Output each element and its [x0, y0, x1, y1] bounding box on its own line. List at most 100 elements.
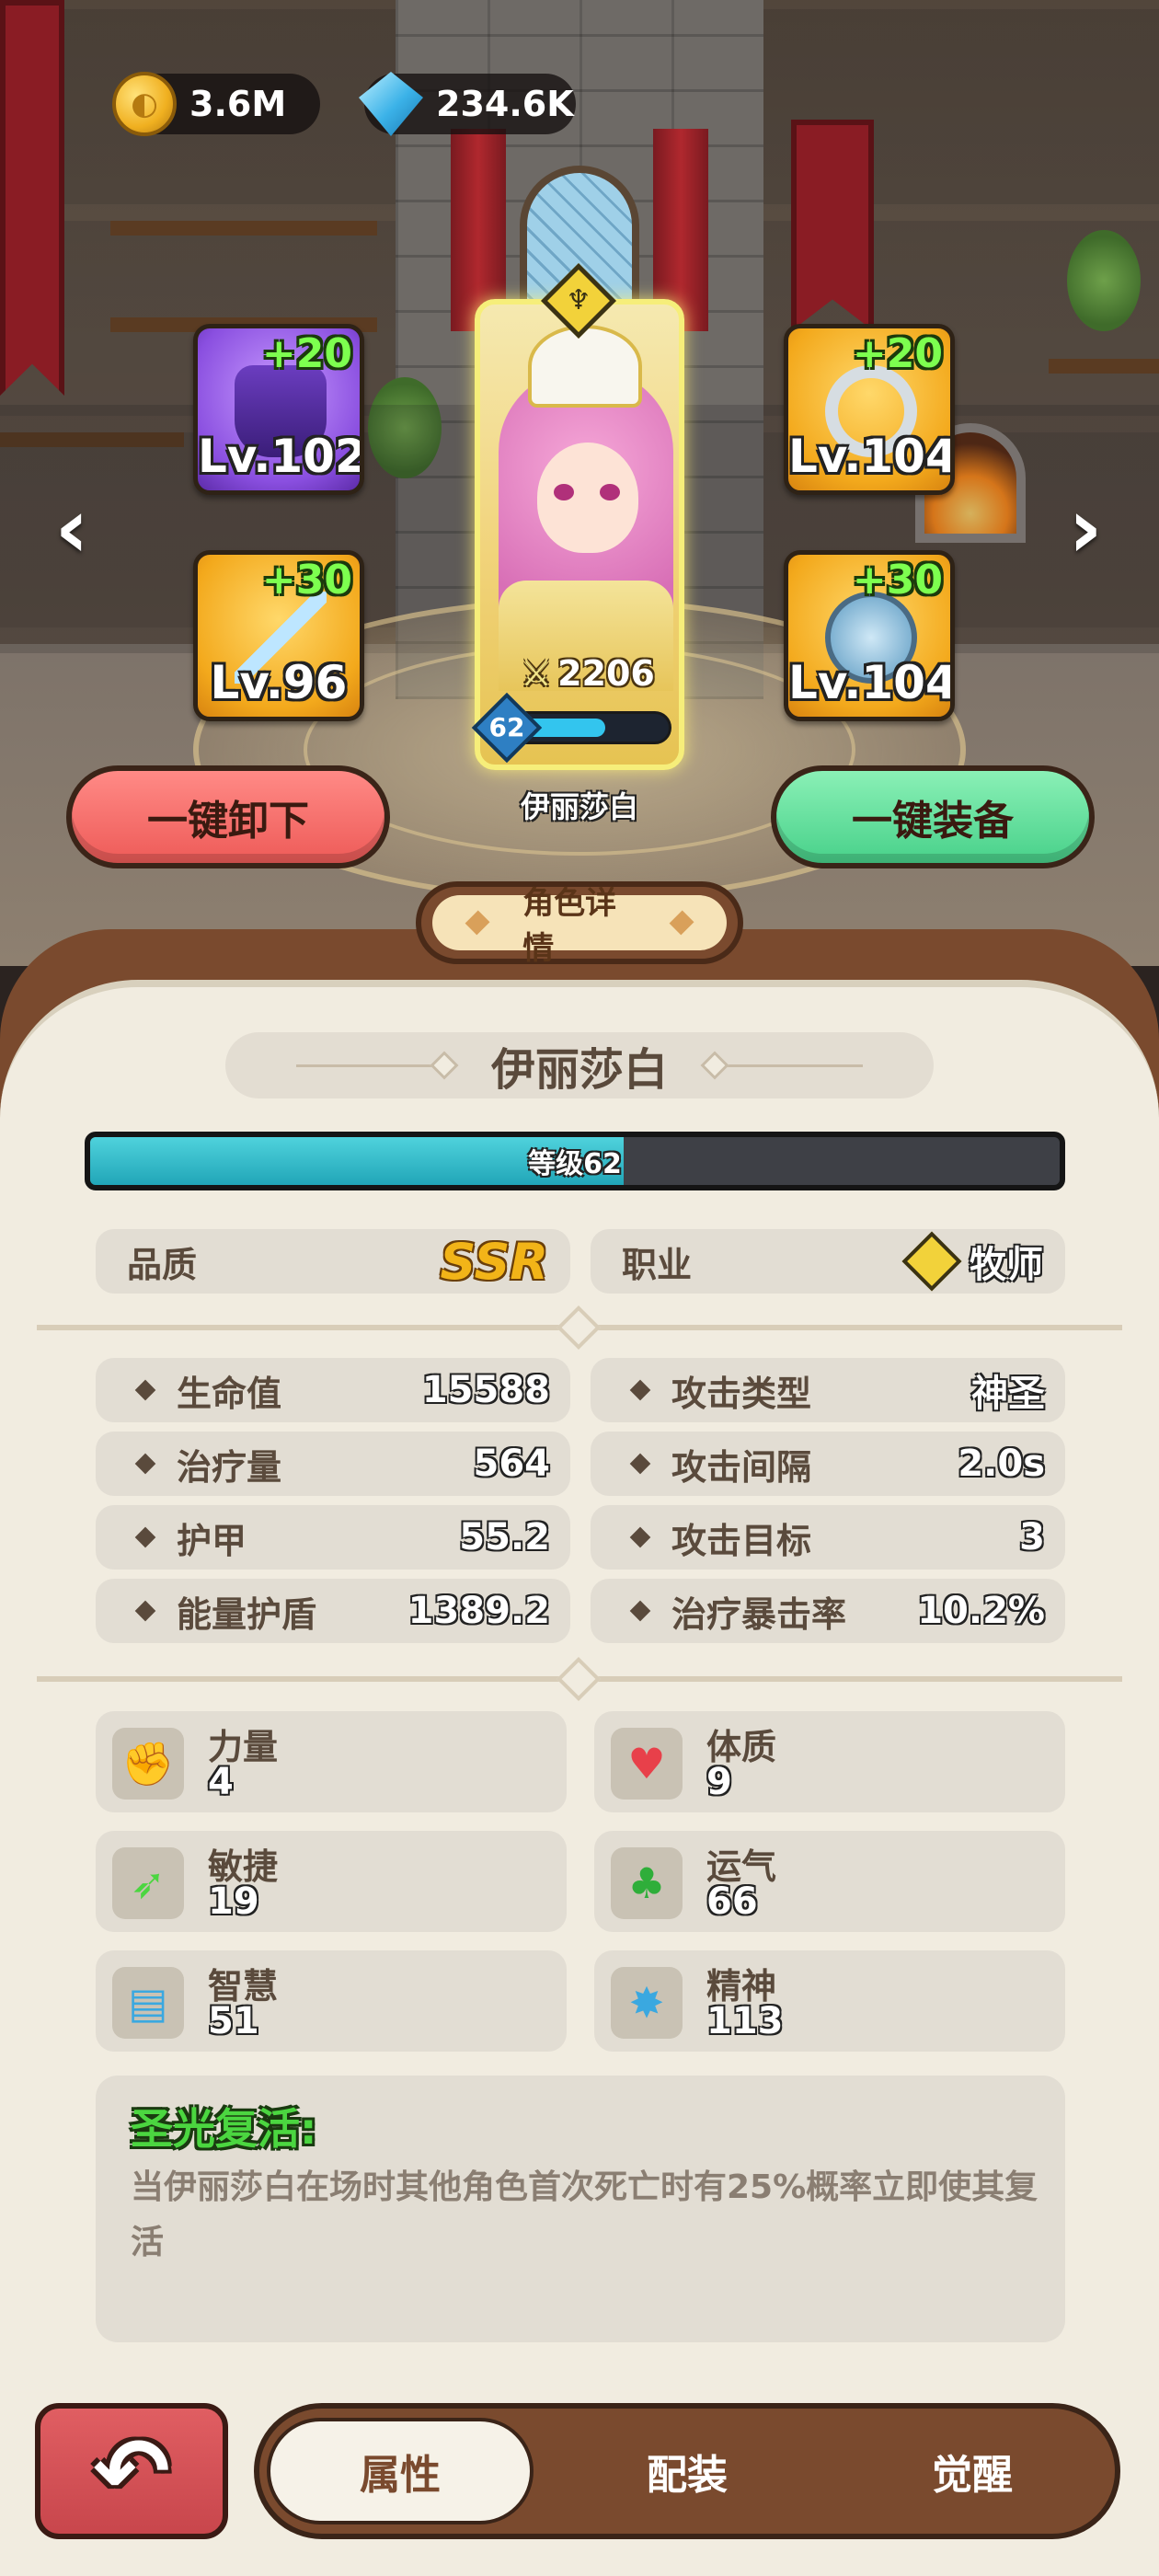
attribute-value: 66 [706, 1880, 758, 1923]
enhance-bonus: +20 [261, 330, 352, 377]
sword-icon: ⚔ [521, 653, 553, 694]
hero-name-label: 伊丽莎白 [520, 789, 638, 824]
equip-all-button[interactable]: 一键装备 [771, 765, 1095, 868]
stat-row: 能量护盾 1389.2 [96, 1579, 570, 1643]
attribute-value: 19 [208, 1880, 259, 1923]
prev-hero-arrow-icon[interactable]: ‹ [46, 488, 98, 570]
attribute-luck: ♣ 运气 66 [594, 1831, 1065, 1932]
plant [1067, 230, 1141, 331]
stat-label: 治疗量 [177, 1446, 282, 1488]
divider [37, 1305, 1122, 1351]
equip-level: Lv.96 [210, 656, 348, 709]
attribute-spirit: ✸ 精神 113 [594, 1950, 1065, 2052]
tab-title-text: 角色详情 [522, 885, 617, 967]
enhance-bonus: +30 [261, 557, 352, 604]
equip-slot-top-left[interactable]: +20 Lv.102 [193, 324, 364, 495]
bullet-icon [629, 1453, 651, 1475]
stat-value: 10.2% [917, 1590, 1045, 1632]
stat-value: 564 [473, 1443, 551, 1485]
enhance-bonus: +30 [852, 557, 943, 604]
diamond-ornament [465, 910, 490, 936]
stat-label: 攻击间隔 [671, 1446, 812, 1488]
stat-value: 55.2 [459, 1516, 550, 1558]
stat-label: 治疗暴击率 [671, 1593, 847, 1635]
tab-awaken[interactable]: 觉醒 [839, 2418, 1106, 2524]
role-label: 职业 [622, 1244, 693, 1285]
attribute-value: 51 [208, 2000, 259, 2042]
spark-icon: ✸ [611, 1967, 683, 2039]
banner-left [0, 0, 64, 396]
equip-level: Lv.104 [788, 430, 955, 483]
hero-power: ⚔ 2206 [521, 653, 655, 694]
equip-slot-bottom-left[interactable]: +30 Lv.96 [193, 550, 364, 721]
stat-label: 攻击目标 [671, 1520, 812, 1561]
back-button[interactable]: ↶ [35, 2403, 228, 2539]
enhance-bonus: +20 [852, 330, 943, 377]
clover-icon: ♣ [611, 1847, 683, 1919]
hero-level-value: 62 [488, 712, 525, 742]
wing-icon: ➶ [112, 1847, 184, 1919]
ornament-diamond [430, 1051, 459, 1080]
stat-value: 15588 [421, 1369, 550, 1411]
tab-loadout[interactable]: 配装 [554, 2418, 820, 2524]
bottom-tab-bar: 属性 配装 觉醒 [254, 2403, 1120, 2539]
back-arrow-icon: ↶ [93, 2417, 170, 2525]
role-row: 职业 牧师 [591, 1229, 1065, 1294]
stat-value: 1389.2 [407, 1590, 550, 1632]
book-icon: ▤ [112, 1967, 184, 2039]
bullet-icon [134, 1526, 156, 1548]
hero-face [537, 443, 638, 553]
stat-row: 攻击目标 3 [591, 1505, 1065, 1570]
passive-skill-box: 圣光复活: 当伊丽莎白在场时其他角色首次死亡时有25%概率立即使其复活 [96, 2076, 1065, 2342]
bullet-icon [134, 1600, 156, 1622]
detail-name-pill: 伊丽莎白 [225, 1032, 934, 1098]
stat-row: 攻击间隔 2.0s [591, 1432, 1065, 1496]
attribute-strength: ✊ 力量 4 [96, 1711, 567, 1812]
ornament-line [725, 1064, 863, 1067]
attribute-value: 9 [706, 1761, 732, 1803]
attribute-agility: ➶ 敏捷 19 [96, 1831, 567, 1932]
level-progress-bar: 等级62 [85, 1132, 1065, 1190]
quality-value: SSR [440, 1232, 548, 1291]
heart-icon: ♥ [611, 1728, 683, 1800]
divider [37, 1656, 1122, 1702]
stat-row: 治疗量 564 [96, 1432, 570, 1496]
stat-row: 攻击类型 神圣 [591, 1358, 1065, 1422]
coin-icon: ◐ [112, 72, 177, 136]
stat-value: 神圣 [971, 1373, 1045, 1415]
skill-description: 当伊丽莎白在场时其他角色首次死亡时有25%概率立即使其复活 [131, 2168, 1039, 2261]
tab-attributes[interactable]: 属性 [267, 2418, 534, 2524]
bullet-icon [629, 1600, 651, 1622]
banner-right [791, 120, 874, 331]
attribute-value: 4 [208, 1761, 234, 1803]
fist-icon: ✊ [112, 1728, 184, 1800]
hero-eye [554, 484, 574, 500]
shelf [110, 221, 377, 236]
gem-counter: 234.6K [359, 72, 576, 136]
stat-row: 生命值 15588 [96, 1358, 570, 1422]
detail-name: 伊丽莎白 [490, 1044, 668, 1096]
stat-label: 能量护盾 [177, 1593, 317, 1635]
quality-row: 品质 SSR [96, 1229, 570, 1294]
equip-slot-bottom-right[interactable]: +30 Lv.104 [784, 550, 955, 721]
attribute-wisdom: ▤ 智慧 51 [96, 1950, 567, 2052]
hero-eye [600, 484, 620, 500]
power-value: 2206 [557, 653, 655, 694]
priest-class-icon [901, 1231, 962, 1292]
gold-amount: 3.6M [189, 84, 287, 124]
gem-amount: 234.6K [436, 84, 574, 124]
stat-value: 3 [1019, 1516, 1045, 1558]
bullet-icon [134, 1379, 156, 1401]
ornament-diamond [700, 1051, 729, 1080]
level-progress-label: 等级62 [528, 1148, 622, 1180]
quality-label: 品质 [127, 1244, 198, 1285]
bullet-icon [134, 1453, 156, 1475]
stat-label: 攻击类型 [671, 1373, 812, 1414]
stat-row: 护甲 55.2 [96, 1505, 570, 1570]
equip-slot-top-right[interactable]: +20 Lv.104 [784, 324, 955, 495]
stat-value: 2.0s [958, 1443, 1045, 1485]
gold-counter: ◐ 3.6M [112, 72, 320, 136]
unequip-all-button[interactable]: 一键卸下 [66, 765, 390, 868]
next-hero-arrow-icon[interactable]: › [1060, 488, 1111, 570]
equip-level: Lv.104 [788, 656, 955, 709]
